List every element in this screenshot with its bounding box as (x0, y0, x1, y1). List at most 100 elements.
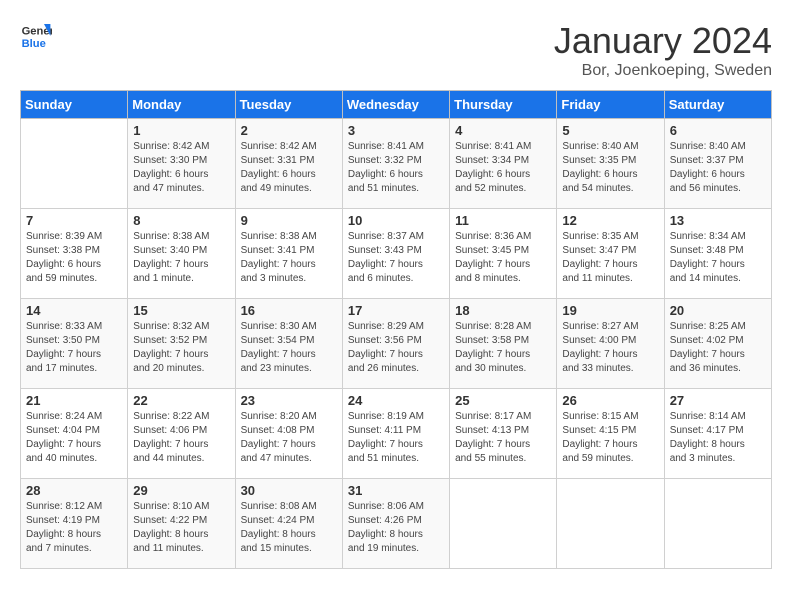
calendar-week-row: 1 Sunrise: 8:42 AM Sunset: 3:30 PM Daylig… (21, 119, 772, 209)
day-number: 11 (455, 213, 551, 228)
day-info: Sunrise: 8:10 AM Sunset: 4:22 PM Dayligh… (133, 500, 229, 556)
day-number: 2 (241, 123, 337, 138)
calendar-cell: 28Sunrise: 8:12 AM Sunset: 4:19 PM Dayli… (21, 479, 128, 569)
day-info: Sunrise: 8:28 AM Sunset: 3:58 PM Dayligh… (455, 320, 551, 376)
day-info: Sunrise: 8:27 AM Sunset: 4:00 PM Dayligh… (562, 320, 658, 376)
calendar-week-row: 7 Sunrise: 8:39 AM Sunset: 3:38 PM Daylig… (21, 209, 772, 299)
day-number: 22 (133, 393, 229, 408)
day-number: 1 (133, 123, 229, 138)
calendar-cell: 31 Sunrise: 8:06 AM Sunset: 4:26 PM Dayli… (342, 479, 449, 569)
day-info: Sunrise: 8:17 AM Sunset: 4:13 PM Dayligh… (455, 410, 551, 466)
calendar-cell: 29Sunrise: 8:10 AM Sunset: 4:22 PM Dayli… (128, 479, 235, 569)
day-info: Sunrise: 8:40 AM Sunset: 3:37 PM Dayligh… (670, 140, 766, 196)
day-number: 19 (562, 303, 658, 318)
title-block: January 2024 Bor, Joenkoeping, Sweden (554, 20, 772, 80)
day-info: Sunrise: 8:25 AM Sunset: 4:02 PM Dayligh… (670, 320, 766, 376)
day-number: 14 (26, 303, 122, 318)
day-info: Sunrise: 8:42 AM Sunset: 3:30 PM Dayligh… (133, 140, 229, 196)
calendar-cell: 6Sunrise: 8:40 AM Sunset: 3:37 PM Daylig… (664, 119, 771, 209)
day-number: 16 (241, 303, 337, 318)
calendar-cell: 18Sunrise: 8:28 AM Sunset: 3:58 PM Dayli… (450, 299, 557, 389)
page-header: General Blue January 2024 Bor, Joenkoepi… (20, 20, 772, 80)
day-info: Sunrise: 8:29 AM Sunset: 3:56 PM Dayligh… (348, 320, 444, 376)
calendar-cell: 23 Sunrise: 8:20 AM Sunset: 4:08 PM Dayli… (235, 389, 342, 479)
month-title: January 2024 (554, 20, 772, 62)
day-number: 7 (26, 213, 122, 228)
day-number: 3 (348, 123, 444, 138)
day-info: Sunrise: 8:39 AM Sunset: 3:38 PM Dayligh… (26, 230, 122, 286)
day-info: Sunrise: 8:20 AM Sunset: 4:08 PM Dayligh… (241, 410, 337, 466)
calendar-cell: 30 Sunrise: 8:08 AM Sunset: 4:24 PM Dayli… (235, 479, 342, 569)
day-number: 23 (241, 393, 337, 408)
day-info: Sunrise: 8:32 AM Sunset: 3:52 PM Dayligh… (133, 320, 229, 376)
day-number: 10 (348, 213, 444, 228)
calendar-header-row: SundayMondayTuesdayWednesdayThursdayFrid… (21, 91, 772, 119)
location: Bor, Joenkoeping, Sweden (554, 62, 772, 80)
calendar-cell: 1 Sunrise: 8:42 AM Sunset: 3:30 PM Daylig… (128, 119, 235, 209)
day-number: 15 (133, 303, 229, 318)
day-info: Sunrise: 8:06 AM Sunset: 4:26 PM Dayligh… (348, 500, 444, 556)
day-header: Friday (557, 91, 664, 119)
day-number: 21 (26, 393, 122, 408)
day-info: Sunrise: 8:38 AM Sunset: 3:40 PM Dayligh… (133, 230, 229, 286)
day-number: 4 (455, 123, 551, 138)
calendar-cell: 13 Sunrise: 8:34 AM Sunset: 3:48 PM Dayli… (664, 209, 771, 299)
calendar-cell: 4 Sunrise: 8:41 AM Sunset: 3:34 PM Daylig… (450, 119, 557, 209)
day-info: Sunrise: 8:41 AM Sunset: 3:34 PM Dayligh… (455, 140, 551, 196)
calendar-cell: 10Sunrise: 8:37 AM Sunset: 3:43 PM Dayli… (342, 209, 449, 299)
day-header: Saturday (664, 91, 771, 119)
calendar-cell: 25 Sunrise: 8:17 AM Sunset: 4:13 PM Dayli… (450, 389, 557, 479)
calendar-cell: 27Sunrise: 8:14 AM Sunset: 4:17 PM Dayli… (664, 389, 771, 479)
calendar-cell: 22 Sunrise: 8:22 AM Sunset: 4:06 PM Dayli… (128, 389, 235, 479)
logo-icon: General Blue (20, 20, 52, 52)
calendar-cell: 12Sunrise: 8:35 AM Sunset: 3:47 PM Dayli… (557, 209, 664, 299)
day-number: 5 (562, 123, 658, 138)
calendar-week-row: 14 Sunrise: 8:33 AM Sunset: 3:50 PM Dayli… (21, 299, 772, 389)
calendar-cell (557, 479, 664, 569)
calendar-cell: 2 Sunrise: 8:42 AM Sunset: 3:31 PM Daylig… (235, 119, 342, 209)
svg-text:Blue: Blue (22, 38, 46, 50)
calendar-cell (450, 479, 557, 569)
calendar-cell: 19 Sunrise: 8:27 AM Sunset: 4:00 PM Dayli… (557, 299, 664, 389)
day-number: 25 (455, 393, 551, 408)
day-info: Sunrise: 8:22 AM Sunset: 4:06 PM Dayligh… (133, 410, 229, 466)
calendar-cell: 15 Sunrise: 8:32 AM Sunset: 3:52 PM Dayli… (128, 299, 235, 389)
calendar-cell: 20 Sunrise: 8:25 AM Sunset: 4:02 PM Dayli… (664, 299, 771, 389)
calendar-week-row: 21 Sunrise: 8:24 AM Sunset: 4:04 PM Dayli… (21, 389, 772, 479)
calendar-cell: 21 Sunrise: 8:24 AM Sunset: 4:04 PM Dayli… (21, 389, 128, 479)
day-info: Sunrise: 8:38 AM Sunset: 3:41 PM Dayligh… (241, 230, 337, 286)
calendar-cell: 14 Sunrise: 8:33 AM Sunset: 3:50 PM Dayli… (21, 299, 128, 389)
day-header: Monday (128, 91, 235, 119)
day-number: 20 (670, 303, 766, 318)
day-header: Wednesday (342, 91, 449, 119)
calendar-cell: 7 Sunrise: 8:39 AM Sunset: 3:38 PM Daylig… (21, 209, 128, 299)
day-number: 13 (670, 213, 766, 228)
day-header: Tuesday (235, 91, 342, 119)
calendar-week-row: 28Sunrise: 8:12 AM Sunset: 4:19 PM Dayli… (21, 479, 772, 569)
calendar-table: SundayMondayTuesdayWednesdayThursdayFrid… (20, 90, 772, 569)
calendar-cell: 9 Sunrise: 8:38 AM Sunset: 3:41 PM Daylig… (235, 209, 342, 299)
day-number: 30 (241, 483, 337, 498)
day-number: 27 (670, 393, 766, 408)
day-info: Sunrise: 8:34 AM Sunset: 3:48 PM Dayligh… (670, 230, 766, 286)
day-number: 8 (133, 213, 229, 228)
calendar-body: 1 Sunrise: 8:42 AM Sunset: 3:30 PM Daylig… (21, 119, 772, 569)
day-info: Sunrise: 8:35 AM Sunset: 3:47 PM Dayligh… (562, 230, 658, 286)
calendar-cell: 11Sunrise: 8:36 AM Sunset: 3:45 PM Dayli… (450, 209, 557, 299)
day-info: Sunrise: 8:40 AM Sunset: 3:35 PM Dayligh… (562, 140, 658, 196)
day-number: 17 (348, 303, 444, 318)
day-info: Sunrise: 8:24 AM Sunset: 4:04 PM Dayligh… (26, 410, 122, 466)
day-info: Sunrise: 8:12 AM Sunset: 4:19 PM Dayligh… (26, 500, 122, 556)
day-number: 31 (348, 483, 444, 498)
calendar-cell: 3 Sunrise: 8:41 AM Sunset: 3:32 PM Daylig… (342, 119, 449, 209)
day-info: Sunrise: 8:19 AM Sunset: 4:11 PM Dayligh… (348, 410, 444, 466)
day-info: Sunrise: 8:41 AM Sunset: 3:32 PM Dayligh… (348, 140, 444, 196)
day-number: 9 (241, 213, 337, 228)
day-header: Sunday (21, 91, 128, 119)
calendar-cell: 8 Sunrise: 8:38 AM Sunset: 3:40 PM Daylig… (128, 209, 235, 299)
calendar-cell (664, 479, 771, 569)
day-info: Sunrise: 8:33 AM Sunset: 3:50 PM Dayligh… (26, 320, 122, 376)
day-info: Sunrise: 8:08 AM Sunset: 4:24 PM Dayligh… (241, 500, 337, 556)
calendar-cell: 26Sunrise: 8:15 AM Sunset: 4:15 PM Dayli… (557, 389, 664, 479)
day-info: Sunrise: 8:42 AM Sunset: 3:31 PM Dayligh… (241, 140, 337, 196)
